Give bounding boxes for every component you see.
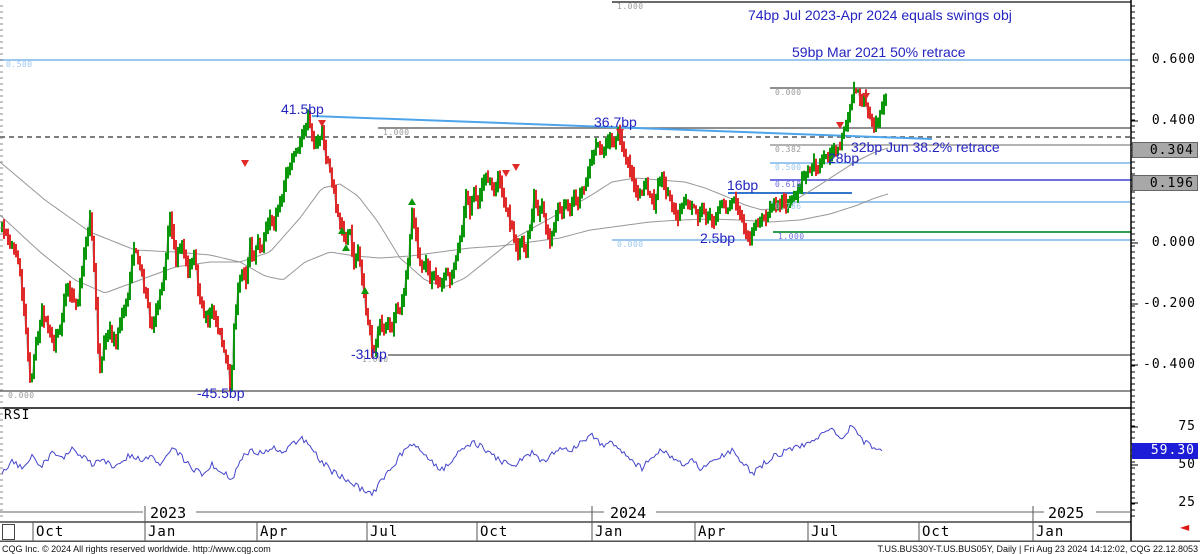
fib-level-label: 0.618 — [775, 181, 802, 189]
rsi-study-label: RSI — [4, 409, 30, 422]
swing-annotation: 28bp — [828, 151, 859, 165]
price-line-badge: 0.304 — [1132, 142, 1198, 158]
price-line-badge: 0.196 — [1132, 175, 1198, 191]
x-axis-year: 2025 — [1048, 506, 1084, 521]
fib-level-label: 0.500 — [775, 164, 802, 172]
x-axis-month[interactable]: Jan — [148, 525, 176, 539]
x-axis-month[interactable]: Jul — [811, 525, 839, 539]
fib-level-label: 0.000 — [8, 392, 35, 400]
copyright-text: CQG Inc. © 2024 All rights reserved worl… — [2, 544, 271, 554]
swing-annotation: -45.5bp — [197, 386, 244, 400]
swing-annotation: 74bp Jul 2023-Apr 2024 equals swings obj — [748, 8, 1012, 22]
fib-level-label: 1.000 — [383, 129, 410, 137]
price-axis-tick: 0.600 — [1134, 53, 1196, 66]
x-axis-month[interactable]: Oct — [922, 525, 950, 539]
x-axis-year: 2024 — [610, 506, 646, 521]
status-bar: CQG Inc. © 2024 All rights reserved worl… — [0, 541, 1200, 554]
symbol-status-text: T.US.BUS30Y-T.US.BUS05Y, Daily | Fri Aug… — [877, 544, 1198, 554]
x-axis-month[interactable]: Oct — [480, 525, 508, 539]
axis-corner-box[interactable] — [2, 524, 15, 540]
cqg-chart-window: 1.000 0.500 0.000 1.000 0.382 0.500 0.618 0.786… — [0, 0, 1200, 554]
swing-annotation: 2.5bp — [700, 231, 735, 245]
swing-annotation: 16bp — [727, 178, 758, 192]
fib-level-label: 0.786 — [775, 203, 802, 211]
price-axis-tick: -0.200 — [1134, 297, 1196, 310]
swing-annotation: 32bp Jun 38.2% retrace — [851, 140, 1000, 154]
x-axis-month[interactable]: Oct — [36, 525, 64, 539]
x-axis-month[interactable]: Jul — [370, 525, 398, 539]
swing-annotation: 36.7bp — [594, 115, 637, 129]
rsi-axis-tick: 50 — [1134, 458, 1196, 471]
fib-level-label: 0.382 — [775, 146, 802, 154]
x-axis-month[interactable]: Apr — [698, 525, 726, 539]
swing-annotation: 59bp Mar 2021 50% retrace — [792, 45, 966, 59]
fib-level-label: 1.000 — [617, 3, 644, 11]
x-axis-month[interactable]: Apr — [260, 525, 288, 539]
rsi-value-badge: 59.30 — [1132, 443, 1198, 459]
fib-level-label: 0.000 — [775, 89, 802, 97]
x-axis-month[interactable]: Jan — [595, 525, 623, 539]
swing-annotation: 41.5bp — [281, 102, 324, 116]
chart-canvas[interactable] — [0, 0, 1200, 554]
scroll-left-icon[interactable]: ◄ — [1180, 520, 1189, 534]
fib-level-label: 0.000 — [617, 241, 644, 249]
rsi-axis-tick: 25 — [1134, 496, 1196, 509]
price-axis-tick: 0.400 — [1134, 114, 1196, 127]
x-axis-year: 2023 — [150, 506, 186, 521]
fib-level-label: 1.000 — [778, 233, 805, 241]
x-axis-month[interactable]: Jan — [1036, 525, 1064, 539]
price-axis-tick: 0.000 — [1134, 236, 1196, 249]
price-axis-tick: -0.400 — [1134, 358, 1196, 371]
rsi-axis-tick: 75 — [1134, 420, 1196, 433]
fib-level-label: 0.500 — [6, 61, 33, 69]
swing-annotation: -31bp — [351, 347, 387, 361]
